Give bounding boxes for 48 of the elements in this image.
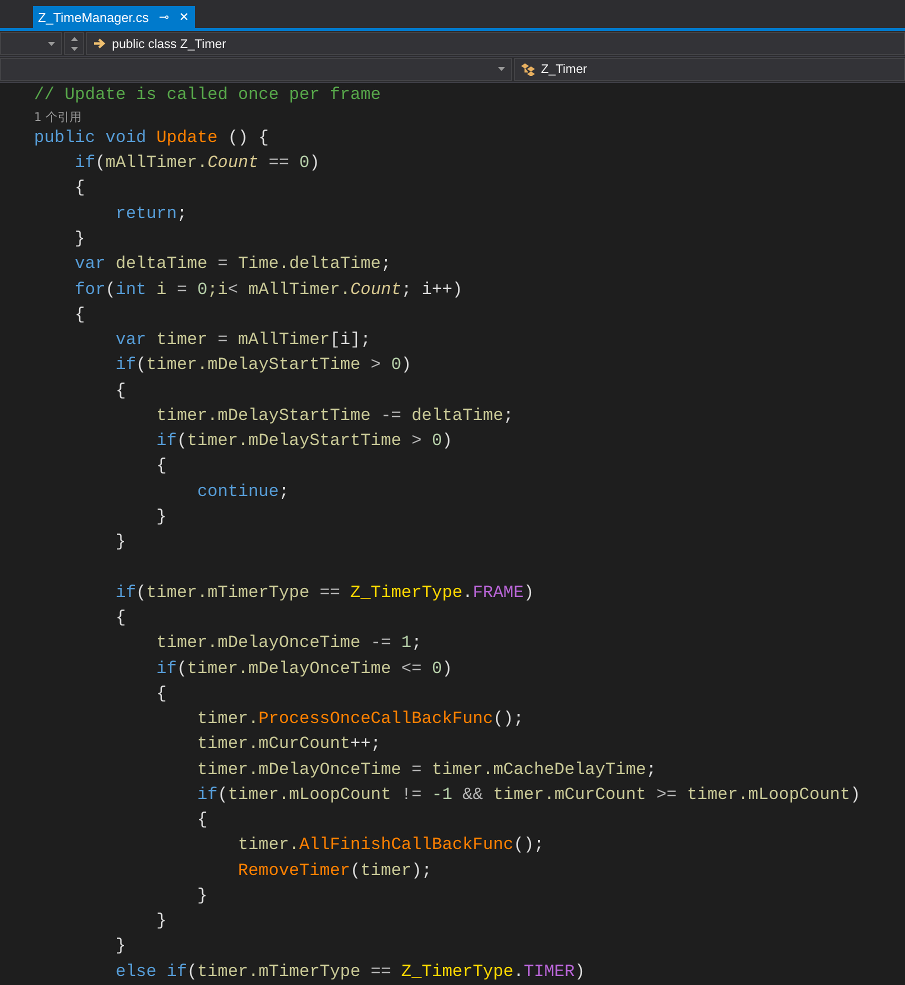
code-line: if(timer.mDelayStartTime > 0): [155, 431, 454, 454]
code-line: if(mAllTimer.Count == 0): [74, 153, 321, 176]
arrow-icon: [93, 38, 106, 50]
code-line: {: [114, 380, 127, 403]
code-line: }: [114, 532, 127, 554]
code-line: }: [155, 911, 168, 934]
code-line: {: [155, 456, 168, 478]
code-line: var timer = mAllTimer[i];: [114, 330, 372, 352]
code-line: timer.mDelayOnceTime -= 1;: [155, 633, 423, 656]
code-line: continue;: [196, 482, 290, 504]
file-tab[interactable]: Z_TimeManager.cs ⊸ ✕: [33, 6, 195, 28]
code-line: for(int i = 0;i< mAllTimer.Count; i++): [74, 280, 464, 302]
code-line: timer.mCurCount++;: [196, 734, 382, 756]
code-line: {: [74, 178, 86, 200]
code-line: {: [196, 810, 208, 832]
code-line: {: [74, 304, 86, 327]
code-line: RemoveTimer(timer);: [237, 860, 433, 883]
code-line: {: [114, 608, 127, 630]
pin-button[interactable]: ⊸: [158, 10, 169, 24]
code-line: timer.mDelayStartTime -= deltaTime;: [155, 406, 514, 428]
code-line: var deltaTime = Time.deltaTime;: [74, 254, 392, 276]
member-dropdown[interactable]: public class Z_Timer: [86, 32, 905, 56]
code-line: timer.AllFinishCallBackFunc();: [237, 835, 546, 858]
code-line: else if(timer.mTimerType == Z_TimerType.TIMER): [114, 962, 586, 984]
code-line: }: [155, 506, 168, 529]
class-icon: [521, 62, 535, 76]
code-line: public void Update () {: [34, 128, 270, 150]
code-line: timer.mDelayOnceTime = timer.mCacheDelayTime;: [196, 760, 658, 782]
tab-title: Z_TimeManager.cs: [38, 10, 149, 25]
close-button[interactable]: ✕: [178, 10, 189, 24]
code-line: return;: [114, 204, 188, 226]
code-line: if(timer.mLoopCount != -1 && timer.mCurCount >= timer.mLoopCount): [196, 784, 862, 807]
code-line: {: [155, 684, 168, 706]
spin-button[interactable]: [64, 32, 84, 56]
code-line: }: [196, 886, 208, 908]
code-line: if(timer.mTimerType == Z_TimerType.FRAME): [114, 582, 535, 605]
code-line: }: [114, 936, 127, 958]
code-line: timer.ProcessOnceCallBackFunc();: [196, 709, 525, 732]
code-line: if(timer.mDelayOnceTime <= 0): [155, 658, 454, 681]
code-comment: // Update is called once per frame: [34, 84, 382, 107]
up-caret-icon: [70, 36, 78, 40]
code-line: }: [74, 229, 86, 252]
caret-icon: [498, 67, 505, 72]
caret-icon: [48, 42, 55, 46]
code-line: if(timer.mDelayStartTime > 0): [114, 355, 412, 378]
down-caret-icon: [70, 46, 78, 51]
type-dropdown[interactable]: Z_Timer: [514, 58, 905, 81]
reference-count[interactable]: 1 个引用: [34, 108, 905, 126]
